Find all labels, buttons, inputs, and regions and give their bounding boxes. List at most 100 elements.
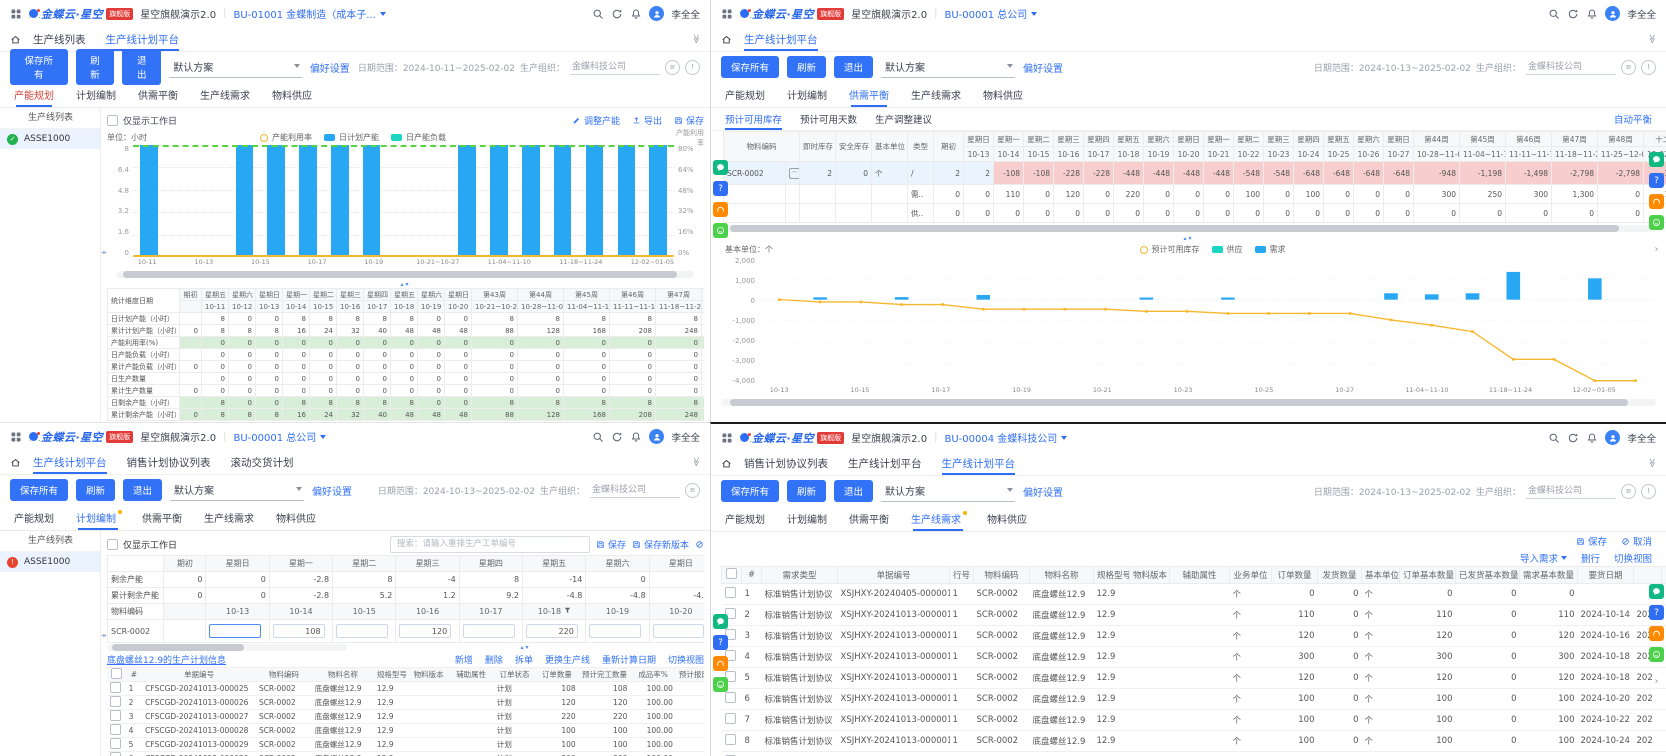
plan-qty-input[interactable] [336, 624, 388, 638]
module-tab[interactable]: 计划编制 [76, 505, 120, 530]
line-list-item[interactable]: ✓ASSE1000 [0, 129, 100, 149]
org-switcher[interactable]: BU-00004 金蝶科技公司 [944, 430, 1067, 445]
search-icon[interactable] [592, 8, 604, 20]
doc-number-link[interactable]: XSJHXY-20241013-000001 [838, 647, 950, 668]
org-switcher[interactable]: BU-01001 金蝶制造（成本子... [233, 6, 385, 21]
production-org-field[interactable]: 金蝶科技公司 [1526, 483, 1616, 499]
plan-qty-input[interactable] [463, 624, 515, 638]
refresh-button[interactable]: 刷新 [787, 56, 826, 78]
plan-qty-input[interactable] [273, 624, 325, 638]
inner-tab[interactable]: 预计可用天数 [800, 108, 857, 130]
module-tab[interactable]: 供需平衡 [849, 506, 889, 531]
exit-button[interactable]: 退出 [834, 480, 873, 502]
inner-tab[interactable]: 生产调整建议 [875, 108, 932, 130]
module-tab[interactable]: 计划编制 [787, 82, 827, 107]
search-icon[interactable] [1548, 432, 1560, 444]
collapse-tabs-icon[interactable]: ≫ [1646, 458, 1656, 467]
collapse-tabs-icon[interactable]: ≫ [1646, 34, 1656, 43]
search-input[interactable] [390, 536, 590, 553]
production-org-field[interactable]: 金蝶科技公司 [1526, 59, 1616, 75]
chart-hscrollbar[interactable] [721, 399, 1656, 406]
import-demand-dropdown[interactable]: 导入需求 [1520, 551, 1567, 565]
action-link[interactable]: 切换视图 [668, 653, 704, 666]
splitter-handle[interactable]: ▴▾ [347, 644, 704, 652]
workday-only-toggle[interactable]: 仅显示工作日 [107, 538, 177, 551]
preferences-link[interactable]: 偏好设置 [312, 483, 352, 498]
select-all-checkbox[interactable] [111, 668, 122, 679]
refresh-button[interactable]: 刷新 [787, 480, 826, 502]
splitter-handle[interactable]: ▴▾ [711, 234, 1666, 242]
action-link[interactable]: 删除 [485, 653, 503, 666]
grid-hscrollbar[interactable] [107, 644, 347, 651]
action-link[interactable]: 重新计算日期 [602, 653, 656, 666]
home-icon[interactable] [721, 451, 732, 475]
module-tab[interactable]: 物料供应 [276, 505, 316, 530]
save-new-version-button[interactable]: 保存新版本 [632, 538, 689, 551]
rail-collapse-icon[interactable]: › [1655, 244, 1659, 255]
consult-icon[interactable] [1649, 152, 1664, 167]
delete-row-button[interactable]: 删行 [1581, 551, 1600, 565]
username[interactable]: 李全全 [1627, 431, 1656, 445]
nav-tab[interactable]: 销售计划协议列表 [127, 450, 211, 474]
refresh-icon[interactable] [1567, 432, 1579, 444]
doc-number-link[interactable]: XSJHXY-20241013-000001 [838, 731, 950, 752]
info-circle-icon[interactable]: ! [1641, 60, 1656, 75]
workday-checkbox[interactable] [107, 539, 118, 550]
feedback-icon[interactable] [713, 223, 728, 238]
doc-number-link[interactable]: XSJHXY-20241013-000001 [838, 752, 950, 756]
cancel-icon[interactable] [695, 540, 704, 549]
module-tab[interactable]: 生产线需求 [911, 82, 961, 107]
service-icon[interactable] [1649, 626, 1664, 641]
user-avatar[interactable] [649, 6, 664, 21]
save-all-button[interactable]: 保存所有 [10, 479, 68, 501]
module-tab[interactable]: 物料供应 [987, 506, 1027, 531]
module-tab[interactable]: 产能规划 [725, 82, 765, 107]
inner-tab[interactable]: 预计可用库存 [725, 108, 782, 130]
workday-checkbox[interactable] [107, 115, 118, 126]
rail-collapse-icon[interactable]: › [1655, 676, 1659, 687]
doc-number-link[interactable]: XSJHXY-20241013-000001 [838, 605, 950, 626]
username[interactable]: 李全全 [671, 7, 700, 21]
module-tab[interactable]: 生产线需求 [204, 505, 254, 530]
preferences-link[interactable]: 偏好设置 [1023, 60, 1063, 75]
service-icon[interactable] [1649, 194, 1664, 209]
feedback-icon[interactable] [1649, 647, 1664, 662]
user-avatar[interactable] [1605, 430, 1620, 445]
doc-number-link[interactable]: XSJHXY-20241013-000001 [838, 710, 950, 731]
nav-tab[interactable]: 生产线计划平台 [942, 451, 1016, 475]
save-button[interactable]: 保存 [674, 114, 704, 127]
plan-qty-input[interactable] [399, 624, 451, 638]
home-icon[interactable] [721, 27, 732, 51]
refresh-button[interactable]: 刷新 [76, 49, 115, 85]
cancel-button[interactable]: 取消 [1621, 534, 1652, 548]
plan-qty-input[interactable] [209, 624, 261, 638]
nav-tab[interactable]: 生产线计划平台 [744, 27, 818, 51]
notification-bell-icon[interactable] [630, 8, 642, 20]
collapse-row-icon[interactable]: − [789, 168, 800, 179]
nav-tab[interactable]: 生产线计划平台 [848, 451, 922, 475]
save-all-button[interactable]: 保存所有 [721, 480, 779, 502]
feedback-icon[interactable] [1649, 215, 1664, 230]
production-org-field[interactable]: 金蝶科技公司 [590, 482, 680, 498]
layout-circle-icon[interactable]: ≡ [1621, 484, 1636, 499]
scheme-select[interactable]: 默认方案 [881, 481, 1015, 502]
refresh-icon[interactable] [611, 431, 623, 443]
module-tab[interactable]: 计划编制 [76, 82, 116, 107]
feedback-icon[interactable] [713, 677, 728, 692]
module-tab[interactable]: 产能规划 [14, 82, 54, 107]
module-tab[interactable]: 供需平衡 [849, 82, 889, 107]
adjust-capacity-button[interactable]: 调整产能 [572, 114, 620, 127]
plan-qty-input[interactable] [526, 624, 578, 638]
refresh-button[interactable]: 刷新 [76, 479, 115, 501]
help-icon[interactable]: ? [713, 181, 728, 196]
home-icon[interactable] [10, 450, 21, 474]
row-checkbox[interactable] [725, 734, 736, 745]
app-launcher-icon[interactable] [721, 432, 733, 444]
notification-bell-icon[interactable] [1586, 432, 1598, 444]
org-switcher[interactable]: BU-00001 总公司 [944, 6, 1037, 21]
search-icon[interactable] [1548, 8, 1560, 20]
scheme-select[interactable]: 默认方案 [881, 57, 1015, 78]
layout-circle-icon[interactable]: ≡ [665, 60, 680, 75]
help-icon[interactable]: ? [1649, 605, 1664, 620]
notification-bell-icon[interactable] [1586, 8, 1598, 20]
